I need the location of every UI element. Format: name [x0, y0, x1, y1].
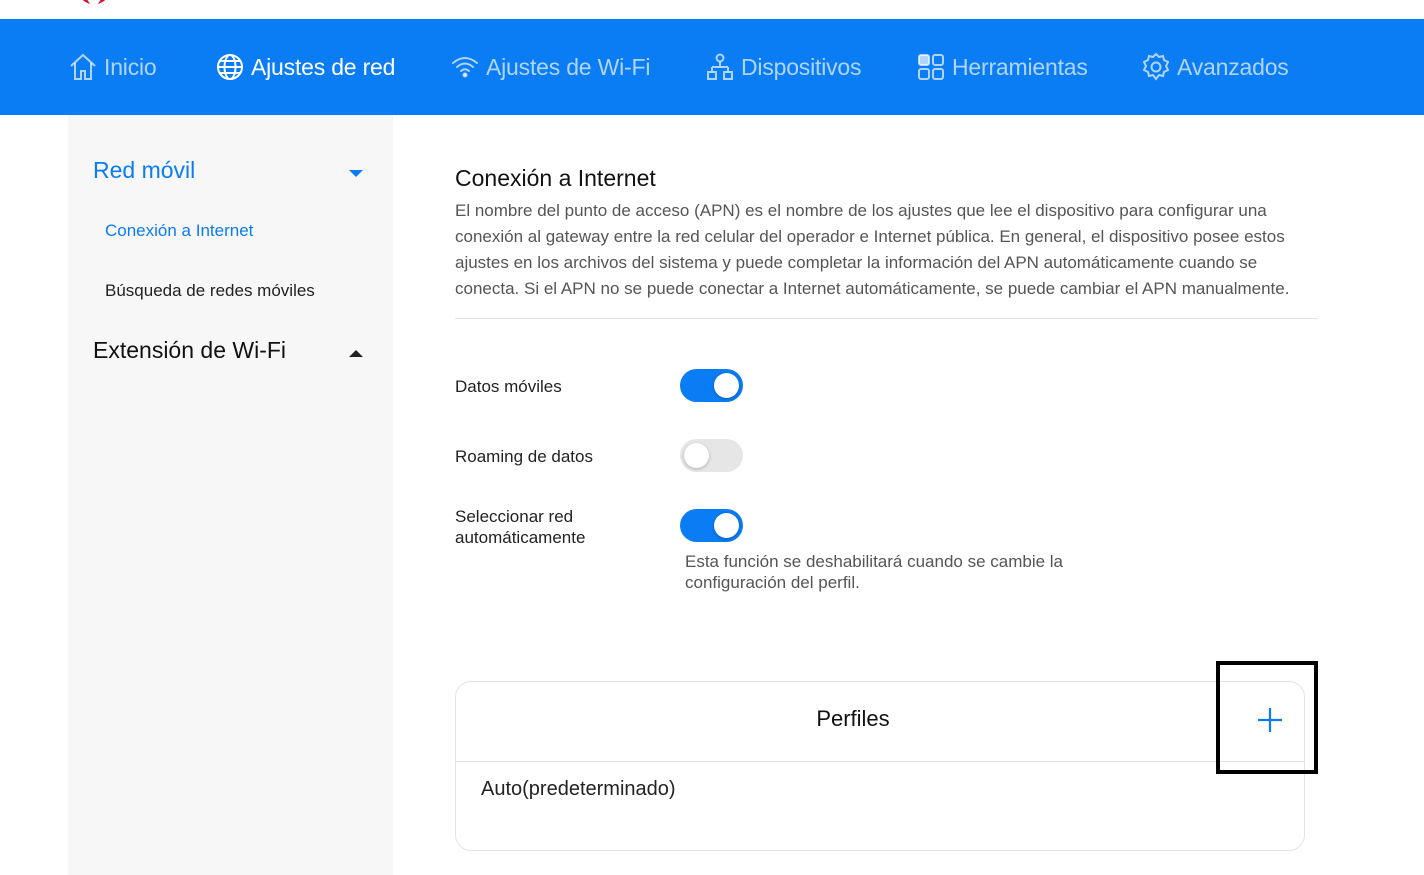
chevron-up-icon[interactable]	[349, 350, 363, 357]
nav-item-avanzados[interactable]: Avanzados	[1141, 19, 1289, 115]
datos-moviles-label: Datos móviles	[455, 377, 562, 396]
sidebar-group-label: Red móvil	[93, 157, 196, 183]
profiles-title: Perfiles	[816, 706, 890, 731]
tools-icon	[918, 54, 944, 80]
datos-moviles-toggle[interactable]	[680, 369, 743, 402]
globe-icon	[217, 54, 243, 80]
sidebar: Red móvil Conexión a Internet Búsqueda d…	[68, 115, 393, 875]
sidebar-group-extension-wifi[interactable]: Extensión de Wi-Fi	[93, 337, 286, 364]
wifi-icon	[452, 57, 478, 78]
sidebar-item-label: Conexión a Internet	[105, 221, 254, 240]
nav-item-ajustes-de-wifi[interactable]: Ajustes de Wi-Fi	[450, 19, 650, 115]
auto-select-toggle[interactable]	[680, 509, 743, 542]
help-icon[interactable]	[1142, 0, 1172, 6]
nav-item-dispositivos[interactable]: Dispositivos	[705, 19, 862, 115]
main-navigation: Inicio Ajustes de red Ajustes de Wi-Fi D…	[0, 19, 1424, 115]
nav-label-herramientas: Herramientas	[952, 53, 1088, 80]
top-strip	[0, 0, 1424, 19]
auto-select-label: Seleccionar red automáticamente	[455, 507, 586, 547]
nav-item-inicio[interactable]: Inicio	[68, 19, 157, 115]
account-icon[interactable]	[1040, 0, 1070, 6]
sidebar-group-label: Extensión de Wi-Fi	[93, 337, 287, 363]
profile-item[interactable]: Auto(predeterminado)	[481, 778, 676, 801]
nav-item-ajustes-de-red[interactable]: Ajustes de red	[215, 19, 395, 115]
devices-icon	[707, 53, 733, 80]
sidebar-item-conexion-a-internet[interactable]: Conexión a Internet	[105, 221, 253, 241]
nav-label-inicio: Inicio	[104, 53, 157, 80]
settings-icon[interactable]	[1272, 0, 1302, 6]
chevron-down-icon[interactable]	[349, 170, 363, 177]
sidebar-item-busqueda-de-redes[interactable]: Búsqueda de redes móviles	[105, 281, 315, 301]
page-description: El nombre del punto de acceso (APN) es e…	[455, 201, 1290, 298]
nav-label-ajustes-de-red: Ajustes de red	[251, 53, 396, 80]
logo-icon[interactable]	[70, 0, 118, 6]
profiles-header: Perfiles	[456, 682, 1304, 762]
message-icon[interactable]	[1204, 0, 1234, 6]
roaming-toggle[interactable]	[680, 439, 743, 472]
profiles-card: Perfiles Auto(predeterminado)	[455, 681, 1305, 851]
nav-label-avanzados: Avanzados	[1177, 53, 1289, 80]
divider	[455, 318, 1318, 319]
nav-label-ajustes-de-wifi: Ajustes de Wi-Fi	[486, 53, 651, 80]
page-title: Conexión a Internet	[455, 165, 656, 191]
add-profile-button[interactable]	[1248, 698, 1292, 742]
nav-label-dispositivos: Dispositivos	[741, 53, 862, 80]
sidebar-group-red-movil[interactable]: Red móvil	[93, 157, 195, 184]
plus-icon	[1258, 708, 1282, 732]
nav-item-herramientas[interactable]: Herramientas	[916, 19, 1088, 115]
sidebar-item-label: Búsqueda de redes móviles	[105, 281, 315, 300]
home-icon	[70, 53, 96, 80]
gear-icon	[1142, 52, 1170, 81]
roaming-label: Roaming de datos	[455, 447, 593, 466]
auto-select-note: Esta función se deshabilitará cuando se …	[685, 552, 1064, 592]
